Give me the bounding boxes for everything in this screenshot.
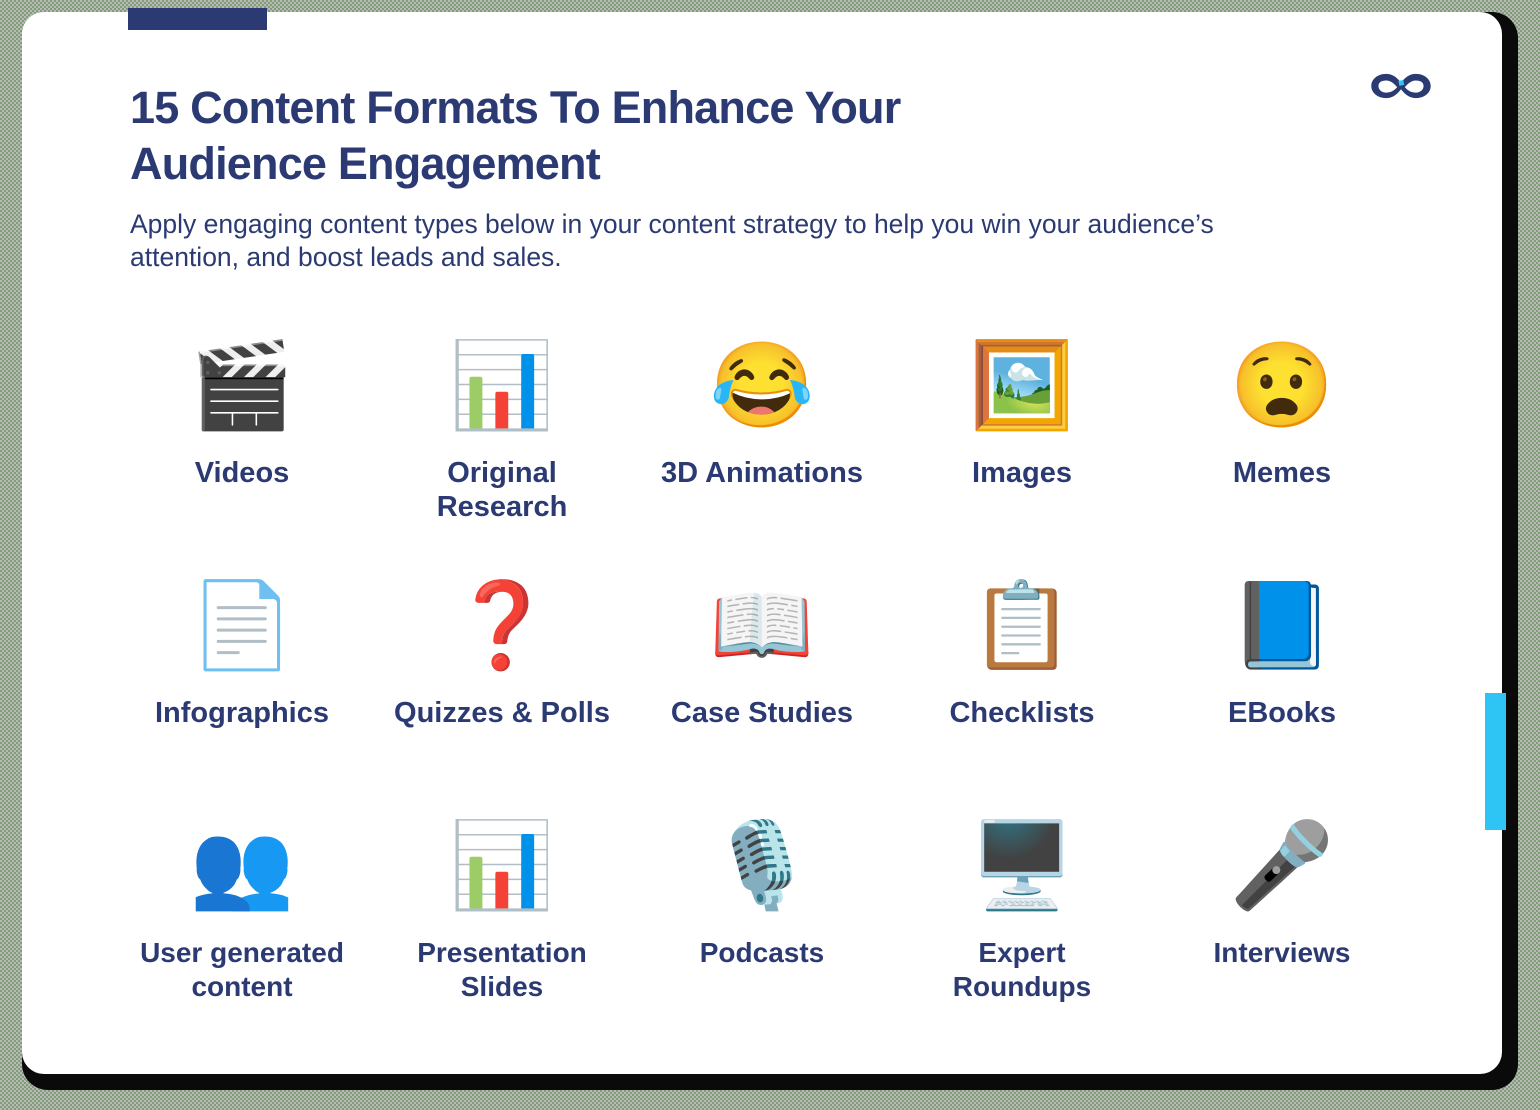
person-on-monitor-icon: 🖥️ [969,818,1075,912]
infinity-logo-icon [1368,66,1434,106]
content-format-cell[interactable]: 😂 3D Animations [632,322,892,562]
content-format-cell[interactable]: 📊 Presentation Slides [372,802,632,1042]
slide-frame: 15 Content Formats To Enhance Your Audie… [22,8,1518,1090]
content-format-label: EBooks [1228,697,1336,729]
right-cyan-accent-bar [1485,693,1506,830]
content-format-label: 3D Animations [661,457,863,489]
content-format-cell[interactable]: 👥 User generated content [112,802,372,1042]
face-with-tears-of-joy-icon: 😂 [709,338,815,432]
content-format-label: Memes [1232,457,1332,489]
slide-card: 15 Content Formats To Enhance Your Audie… [22,8,1506,1074]
content-format-cell[interactable]: ❓ Quizzes & Polls [372,562,632,802]
content-format-cell[interactable]: 🎤 Interviews [1152,802,1412,1042]
anguished-face-meme-icon: 😧 [1229,338,1335,432]
content-format-cell[interactable]: 📖 Case Studies [632,562,892,802]
page-subtitle: Apply engaging content types below in yo… [130,209,1214,272]
content-format-label: Videos [194,457,290,489]
presentation-board-icon: 📊 [449,818,555,912]
content-format-label: Quizzes & Polls [394,697,610,729]
top-navy-tab [128,8,267,30]
content-format-cell[interactable]: 📘 EBooks [1152,562,1412,802]
content-format-cell[interactable]: 🖼️ Images [892,322,1152,562]
content-format-label: Podcasts [699,937,825,968]
video-film-icon: 🎬 [189,338,295,432]
content-formats-grid: 🎬 Videos 📊 Original Research 😂 3D Animations 🖼… [112,322,1412,1042]
content-format-cell[interactable]: 😧 Memes [1152,322,1412,562]
content-format-label: Interviews [1213,937,1351,968]
content-format-cell[interactable]: 🎙️ Podcasts [632,802,892,1042]
content-format-label: Infographics [154,697,329,729]
microphone-stand-icon: 🎤 [1229,818,1335,912]
document-page-icon: 📄 [189,578,295,672]
studio-microphone-icon: 🎙️ [709,818,815,912]
content-format-label: Original Research [436,457,568,523]
content-format-label: Checklists [949,697,1095,729]
group-of-people-icon: 👥 [189,818,295,912]
question-speech-bubble-icon: ❓ [449,578,555,672]
content-format-cell[interactable]: 📊 Original Research [372,322,632,562]
content-format-cell[interactable]: 🖥️ Expert Roundups [892,802,1152,1042]
content-format-cell[interactable]: 📄 Infographics [112,562,372,802]
content-format-label: Presentation Slides [417,937,587,1002]
picture-image-icon: 🖼️ [969,338,1075,432]
page-title: 15 Content Formats To Enhance Your Audie… [130,82,901,189]
content-format-cell[interactable]: 🎬 Videos [112,322,372,562]
content-format-cell[interactable]: 📋 Checklists [892,562,1152,802]
clipboard-checklist-icon: 📋 [969,578,1075,672]
content-format-label: User generated content [140,937,344,1002]
bar-chart-icon: 📊 [449,338,555,432]
content-format-label: Case Studies [670,697,854,729]
person-reading-book-icon: 📖 [709,578,815,672]
card-content: 15 Content Formats To Enhance Your Audie… [22,12,1502,1074]
content-format-label: Expert Roundups [952,937,1092,1002]
content-format-label: Images [972,457,1072,489]
closed-book-icon: 📘 [1229,578,1335,672]
